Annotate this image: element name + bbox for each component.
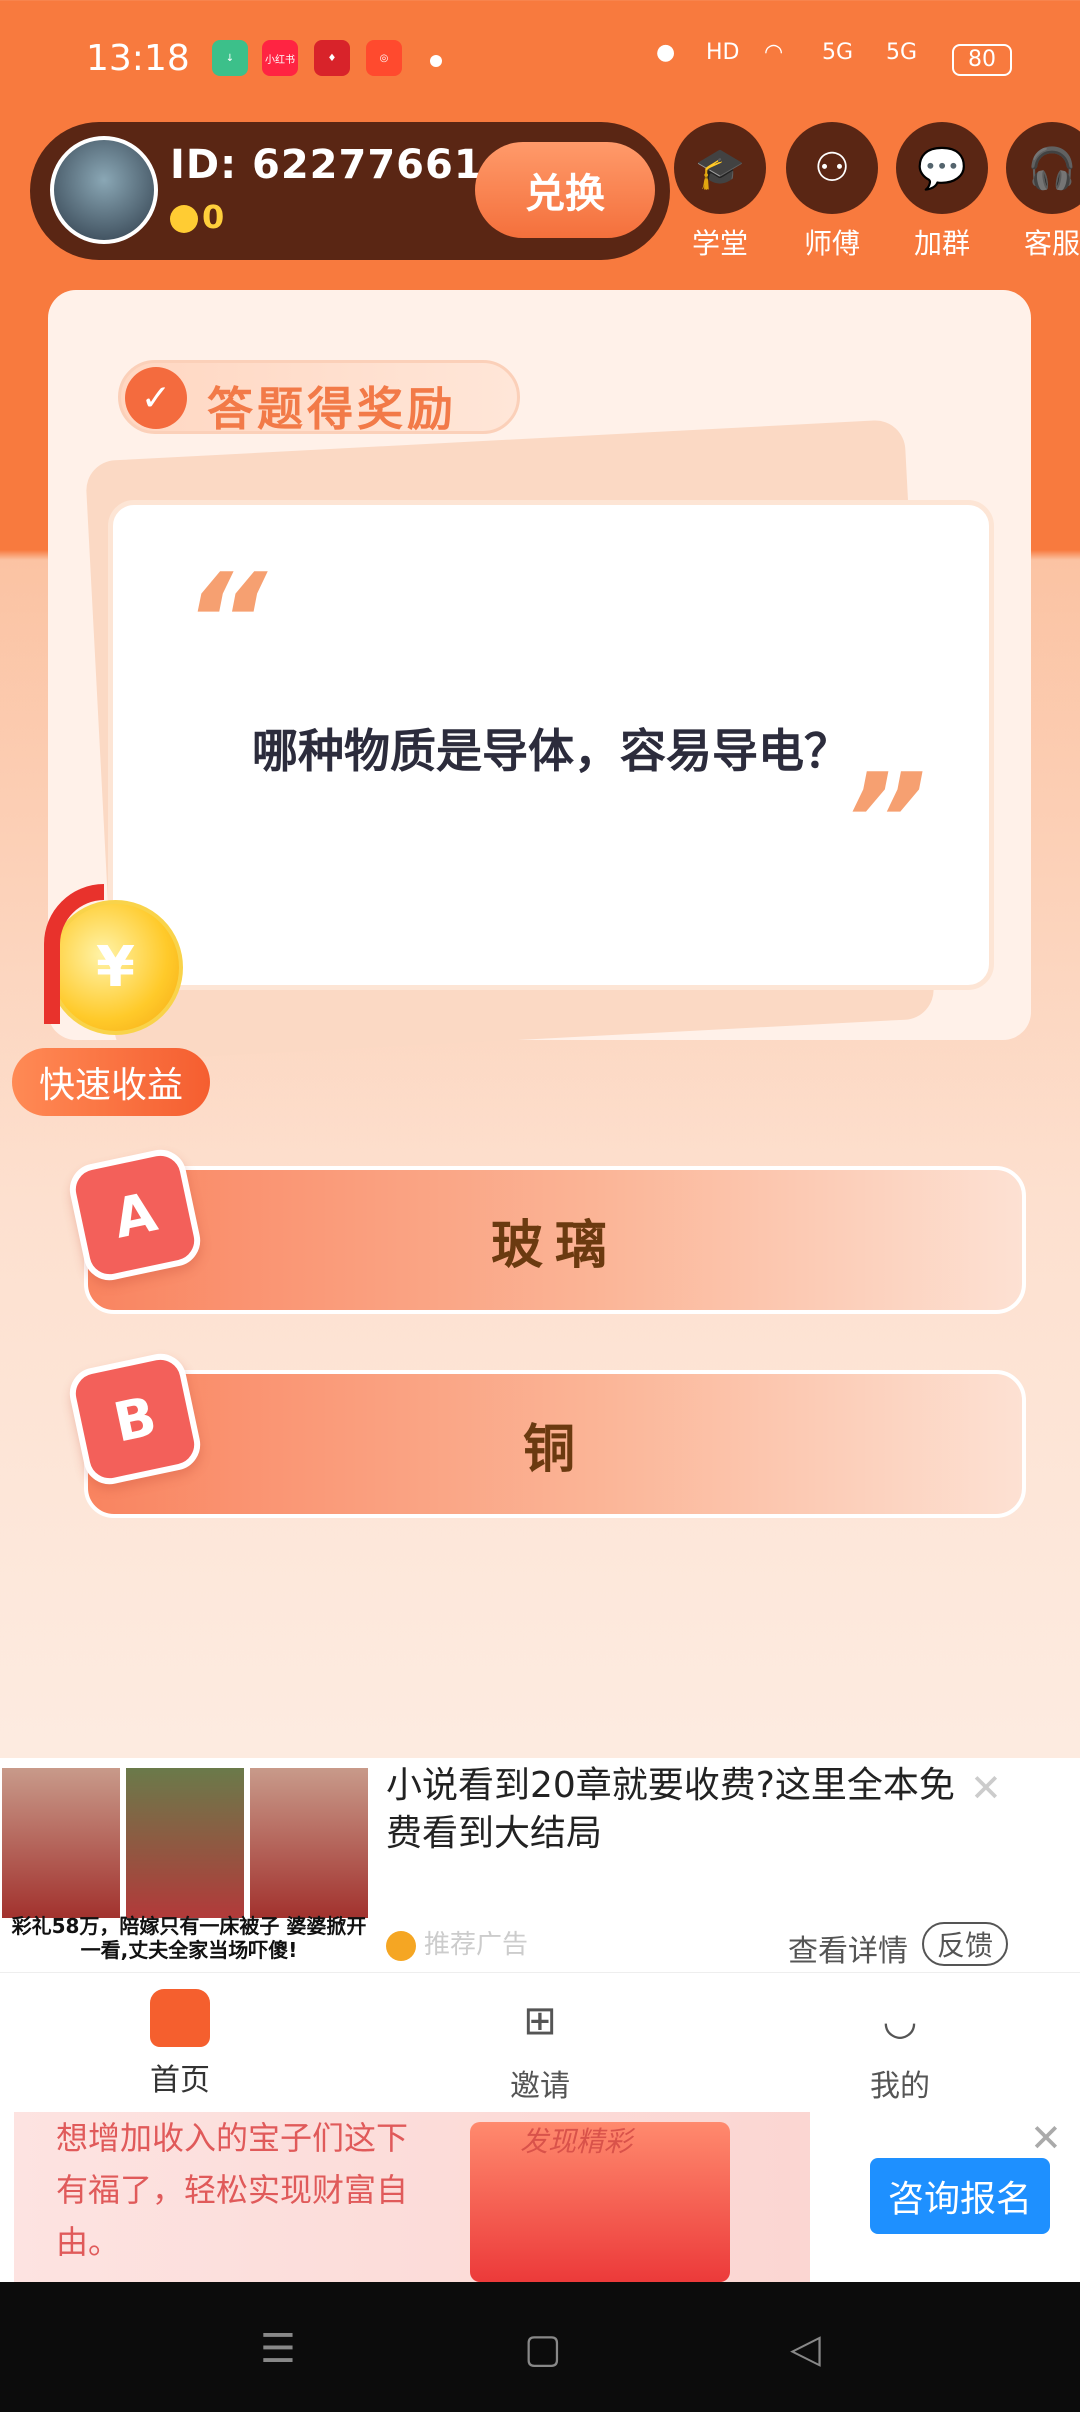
close-quote-icon: ” — [843, 745, 927, 897]
ad-feedback-button[interactable]: 反馈 — [922, 1922, 1008, 1966]
customer-service-button[interactable]: 🎧 客服 — [1006, 122, 1080, 262]
ad-source: 推荐广告 — [386, 1924, 528, 1961]
download-app-icon: ↓ — [212, 40, 248, 76]
ad-title[interactable]: 小说看到20章就要收费?这里全本免费看到大结局 — [386, 1762, 986, 1858]
bottom-ad[interactable]: 发现精彩 想增加收入的宝子们这下有福了，轻松实现财富自由。 ✕ 咨询报名 — [0, 2112, 1080, 2282]
join-group-label: 加群 — [913, 227, 970, 260]
ad-details-link[interactable]: 查看详情 — [788, 1926, 908, 1970]
mentor-label: 师傅 — [803, 227, 860, 260]
customer-service-label: 客服 — [1023, 227, 1080, 260]
status-time: 13:18 — [86, 38, 190, 79]
battery-icon: 80 — [952, 44, 1012, 76]
option-b-text: 铜 — [522, 1419, 587, 1480]
bottom-nav: 首页 ⊞ 邀请 ◡ 我的 — [0, 1972, 1080, 2112]
nav-home[interactable]: 首页 — [100, 1989, 260, 2099]
hd-icon: HD — [706, 40, 740, 65]
coin-icon — [170, 205, 198, 233]
option-b-badge: B — [65, 1349, 205, 1489]
reward-badge-icon: ✓ — [125, 367, 187, 429]
notification-dot — [430, 55, 442, 67]
ad-close-icon[interactable]: ✕ — [970, 1766, 1002, 1810]
location-icon: ● — [656, 40, 676, 65]
menu-icon[interactable]: ☰ — [260, 2326, 296, 2372]
school-label: 学堂 — [691, 227, 748, 260]
status-bar: 13:18 ↓ 小红书 ♦ ◎ ● HD ◠ 5G 5G 80 — [0, 0, 1080, 120]
nav-mine[interactable]: ◡ 我的 — [820, 1989, 980, 2105]
school-button[interactable]: 🎓 学堂 — [674, 122, 766, 262]
chat-bubble-icon: 💬 — [896, 122, 988, 214]
nav-invite-label: 邀请 — [510, 2069, 570, 2104]
option-a[interactable]: 玻璃 — [84, 1166, 1026, 1314]
smile-icon: ◡ — [882, 1998, 918, 2044]
exchange-button[interactable]: 兑换 — [475, 142, 655, 238]
app4-icon: ◎ — [366, 40, 402, 76]
home-icon — [150, 1989, 210, 2047]
quick-earn-button[interactable]: 快速收益 — [12, 1048, 210, 1116]
signal-1-icon: 5G — [822, 40, 854, 65]
signal-2-icon: 5G — [886, 40, 918, 65]
back-icon[interactable]: ◁ — [790, 2326, 821, 2372]
bottom-ad-close-icon[interactable]: ✕ — [1030, 2116, 1062, 2160]
wifi-icon: ◠ — [764, 40, 784, 65]
join-group-button[interactable]: 💬 加群 — [896, 122, 988, 262]
bottom-ad-tag: 发现精彩 — [520, 2125, 633, 2158]
coin-count: 0 — [170, 198, 224, 236]
ad-banner[interactable]: 彩礼58万，陪嫁只有一床被子 婆婆掀开一看,丈夫全家当场吓傻! 小说看到20章就… — [0, 1758, 1080, 1972]
graduation-cap-icon: 🎓 — [674, 122, 766, 214]
ad-image-2 — [126, 1768, 244, 1918]
app3-icon: ♦ — [314, 40, 350, 76]
ad-image-1 — [2, 1768, 120, 1918]
plus-square-icon: ⊞ — [523, 1998, 557, 2044]
bottom-ad-text: 想增加收入的宝子们这下有福了，轻松实现财富自由。 — [56, 2119, 409, 2261]
home-square-icon[interactable]: ▢ — [524, 2326, 562, 2372]
option-b[interactable]: 铜 — [84, 1370, 1026, 1518]
user-add-icon: ⚇ — [786, 122, 878, 214]
system-nav-bar: ☰ ▢ ◁ — [0, 2282, 1080, 2412]
option-a-badge: A — [65, 1145, 205, 1285]
consult-button[interactable]: 咨询报名 — [870, 2158, 1050, 2234]
option-a-text: 玻璃 — [490, 1215, 619, 1276]
mentor-button[interactable]: ⚇ 师傅 — [786, 122, 878, 262]
reward-tag-label: 答题得奖励 — [207, 382, 457, 436]
nav-home-label: 首页 — [150, 2063, 210, 2098]
question-card: “ 哪种物质是导体，容易导电？ ” — [108, 500, 994, 990]
ad-source-logo-icon — [386, 1930, 416, 1961]
user-info-pill: ID: 62277661 0 兑换 — [30, 122, 670, 260]
xiaohongshu-app-icon: 小红书 — [262, 40, 298, 76]
nav-mine-label: 我的 — [870, 2069, 930, 2104]
avatar[interactable] — [50, 136, 158, 244]
ad-image-3 — [250, 1768, 368, 1918]
nav-invite[interactable]: ⊞ 邀请 — [460, 1989, 620, 2105]
user-id: ID: 62277661 — [170, 142, 483, 188]
reward-tag: ✓ 答题得奖励 — [118, 360, 520, 436]
headset-icon: 🎧 — [1006, 122, 1080, 214]
open-quote-icon: “ — [183, 545, 267, 697]
ad-caption: 彩礼58万，陪嫁只有一床被子 婆婆掀开一看,丈夫全家当场吓傻! — [11, 1914, 367, 1962]
